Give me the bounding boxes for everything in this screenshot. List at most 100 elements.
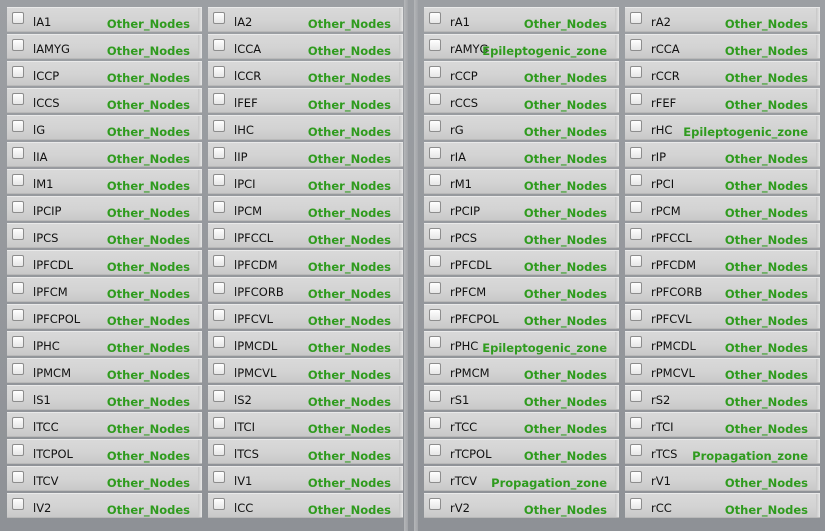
region-select-checkbox[interactable] [630, 444, 642, 456]
region-select-checkbox[interactable] [213, 309, 225, 321]
region-select-checkbox[interactable] [213, 444, 225, 456]
zone-assignment-label[interactable]: Other_Nodes [107, 395, 190, 409]
region-select-checkbox[interactable] [630, 363, 642, 375]
region-select-checkbox[interactable] [213, 39, 225, 51]
zone-assignment-label[interactable]: Other_Nodes [107, 314, 190, 328]
region-select-checkbox[interactable] [429, 39, 441, 51]
zone-assignment-label[interactable]: Other_Nodes [524, 17, 607, 31]
zone-assignment-label[interactable]: Other_Nodes [107, 422, 190, 436]
zone-assignment-label[interactable]: Other_Nodes [725, 98, 808, 112]
region-select-checkbox[interactable] [630, 120, 642, 132]
zone-assignment-label[interactable]: Epileptogenic_zone [482, 341, 607, 355]
region-select-checkbox[interactable] [12, 12, 24, 24]
zone-assignment-label[interactable]: Other_Nodes [725, 314, 808, 328]
zone-assignment-label[interactable]: Other_Nodes [107, 206, 190, 220]
region-select-checkbox[interactable] [213, 363, 225, 375]
region-select-checkbox[interactable] [213, 282, 225, 294]
region-select-checkbox[interactable] [429, 147, 441, 159]
region-select-checkbox[interactable] [630, 255, 642, 267]
region-select-checkbox[interactable] [429, 93, 441, 105]
region-select-checkbox[interactable] [630, 174, 642, 186]
region-select-checkbox[interactable] [12, 309, 24, 321]
region-select-checkbox[interactable] [429, 390, 441, 402]
zone-assignment-label[interactable]: Other_Nodes [308, 476, 391, 490]
region-select-checkbox[interactable] [429, 417, 441, 429]
region-select-checkbox[interactable] [429, 12, 441, 24]
region-select-checkbox[interactable] [630, 309, 642, 321]
zone-assignment-label[interactable]: Other_Nodes [725, 368, 808, 382]
region-select-checkbox[interactable] [429, 498, 441, 510]
zone-assignment-label[interactable]: Other_Nodes [107, 233, 190, 247]
zone-assignment-label[interactable]: Other_Nodes [107, 260, 190, 274]
zone-assignment-label[interactable]: Other_Nodes [524, 71, 607, 85]
zone-assignment-label[interactable]: Other_Nodes [107, 98, 190, 112]
zone-assignment-label[interactable]: Other_Nodes [308, 503, 391, 517]
zone-assignment-label[interactable]: Other_Nodes [308, 233, 391, 247]
zone-assignment-label[interactable]: Other_Nodes [107, 341, 190, 355]
zone-assignment-label[interactable]: Other_Nodes [107, 287, 190, 301]
region-select-checkbox[interactable] [213, 201, 225, 213]
region-select-checkbox[interactable] [213, 66, 225, 78]
region-select-checkbox[interactable] [12, 174, 24, 186]
zone-assignment-label[interactable]: Propagation_zone [491, 476, 607, 490]
region-select-checkbox[interactable] [213, 498, 225, 510]
region-select-checkbox[interactable] [12, 201, 24, 213]
region-select-checkbox[interactable] [213, 12, 225, 24]
region-select-checkbox[interactable] [213, 336, 225, 348]
zone-assignment-label[interactable]: Epileptogenic_zone [482, 44, 607, 58]
region-select-checkbox[interactable] [429, 228, 441, 240]
zone-assignment-label[interactable]: Other_Nodes [107, 17, 190, 31]
region-select-checkbox[interactable] [630, 93, 642, 105]
region-select-checkbox[interactable] [429, 174, 441, 186]
region-select-checkbox[interactable] [429, 255, 441, 267]
region-select-checkbox[interactable] [429, 282, 441, 294]
region-select-checkbox[interactable] [12, 336, 24, 348]
region-select-checkbox[interactable] [630, 201, 642, 213]
zone-assignment-label[interactable]: Other_Nodes [725, 233, 808, 247]
zone-assignment-label[interactable]: Other_Nodes [524, 179, 607, 193]
region-select-checkbox[interactable] [630, 471, 642, 483]
region-select-checkbox[interactable] [213, 390, 225, 402]
region-select-checkbox[interactable] [12, 39, 24, 51]
zone-assignment-label[interactable]: Other_Nodes [725, 44, 808, 58]
region-select-checkbox[interactable] [429, 309, 441, 321]
zone-assignment-label[interactable]: Other_Nodes [524, 422, 607, 436]
zone-assignment-label[interactable]: Other_Nodes [308, 368, 391, 382]
zone-assignment-label[interactable]: Other_Nodes [524, 314, 607, 328]
zone-assignment-label[interactable]: Other_Nodes [725, 287, 808, 301]
zone-assignment-label[interactable]: Other_Nodes [725, 260, 808, 274]
region-select-checkbox[interactable] [12, 444, 24, 456]
region-select-checkbox[interactable] [12, 66, 24, 78]
region-select-checkbox[interactable] [12, 390, 24, 402]
zone-assignment-label[interactable]: Other_Nodes [308, 422, 391, 436]
region-select-checkbox[interactable] [630, 390, 642, 402]
zone-assignment-label[interactable]: Other_Nodes [524, 368, 607, 382]
zone-assignment-label[interactable]: Other_Nodes [308, 17, 391, 31]
zone-assignment-label[interactable]: Other_Nodes [524, 98, 607, 112]
zone-assignment-label[interactable]: Other_Nodes [107, 476, 190, 490]
zone-assignment-label[interactable]: Other_Nodes [308, 341, 391, 355]
region-select-checkbox[interactable] [12, 471, 24, 483]
zone-assignment-label[interactable]: Other_Nodes [725, 422, 808, 436]
region-select-checkbox[interactable] [630, 228, 642, 240]
zone-assignment-label[interactable]: Other_Nodes [524, 152, 607, 166]
region-select-checkbox[interactable] [630, 147, 642, 159]
zone-assignment-label[interactable]: Other_Nodes [524, 260, 607, 274]
region-select-checkbox[interactable] [213, 120, 225, 132]
zone-assignment-label[interactable]: Other_Nodes [107, 125, 190, 139]
region-select-checkbox[interactable] [12, 255, 24, 267]
zone-assignment-label[interactable]: Other_Nodes [308, 314, 391, 328]
zone-assignment-label[interactable]: Other_Nodes [725, 395, 808, 409]
region-select-checkbox[interactable] [429, 66, 441, 78]
zone-assignment-label[interactable]: Other_Nodes [308, 98, 391, 112]
zone-assignment-label[interactable]: Other_Nodes [725, 503, 808, 517]
zone-assignment-label[interactable]: Other_Nodes [107, 449, 190, 463]
region-select-checkbox[interactable] [630, 66, 642, 78]
region-select-checkbox[interactable] [429, 201, 441, 213]
region-select-checkbox[interactable] [12, 498, 24, 510]
zone-assignment-label[interactable]: Other_Nodes [308, 395, 391, 409]
region-select-checkbox[interactable] [630, 336, 642, 348]
zone-assignment-label[interactable]: Other_Nodes [524, 503, 607, 517]
zone-assignment-label[interactable]: Other_Nodes [308, 449, 391, 463]
zone-assignment-label[interactable]: Other_Nodes [308, 206, 391, 220]
